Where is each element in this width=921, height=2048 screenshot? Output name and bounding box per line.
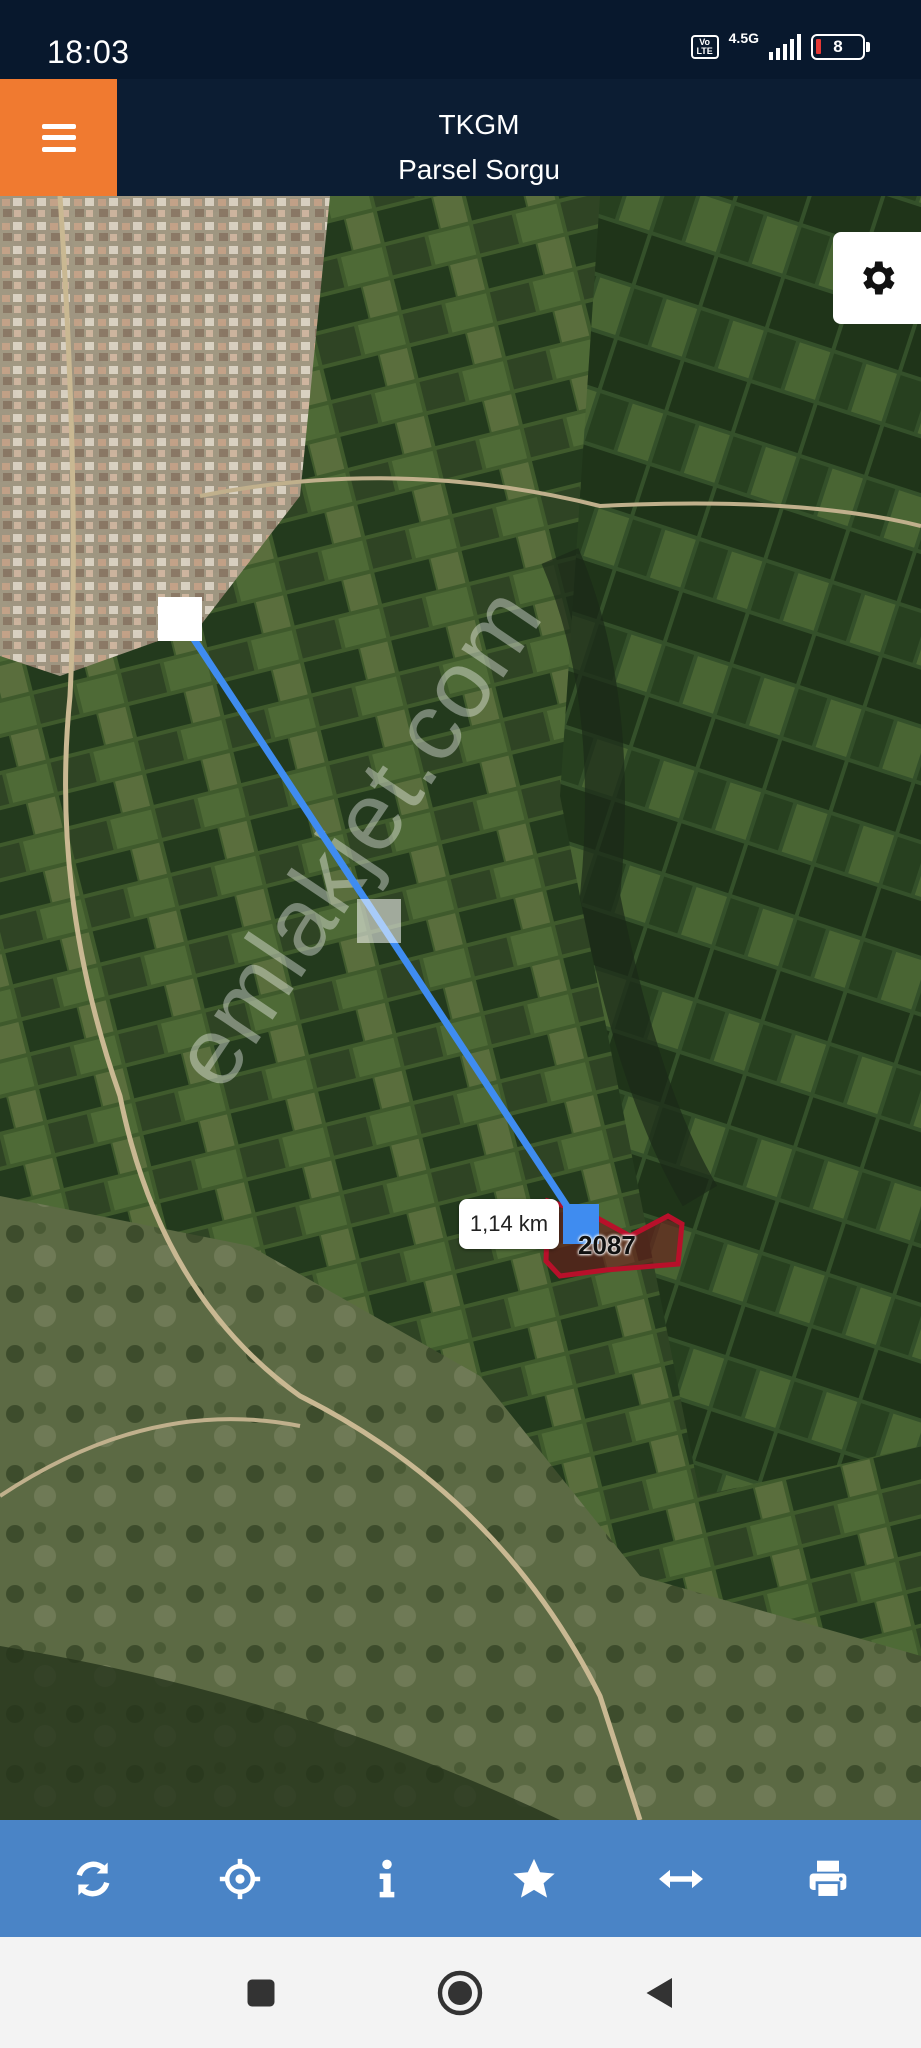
favorite-button[interactable]: [494, 1839, 574, 1919]
volte-icon: Vo LTE: [690, 35, 719, 59]
app-title: TKGM: [438, 109, 520, 140]
header-titles: TKGM Parsel Sorgu: [117, 79, 921, 196]
measure-start-handle[interactable]: [158, 597, 202, 641]
app-header: TKGM Parsel Sorgu: [0, 79, 921, 196]
gear-icon: [863, 261, 895, 295]
locate-button[interactable]: [200, 1839, 280, 1919]
hamburger-icon: [41, 123, 76, 152]
circle-home-icon: [437, 1970, 483, 2016]
back-button[interactable]: [630, 1963, 690, 2023]
crosshair-icon: [220, 1858, 261, 1899]
home-button[interactable]: [430, 1963, 490, 2023]
menu-button[interactable]: [0, 79, 117, 196]
bottom-toolbar: [0, 1820, 921, 1937]
signal-icon: [769, 34, 801, 60]
app-subtitle: Parsel Sorgu: [398, 154, 560, 185]
refresh-icon: [76, 1861, 110, 1896]
app-screen: 18:03 Vo LTE 4.5G 8 TKGM Parsel Sorgu em…: [0, 0, 921, 2048]
battery-icon: 8: [811, 34, 870, 60]
battery-level: 8: [833, 37, 843, 56]
distance-label: 1,14 km: [459, 1199, 559, 1249]
recents-button[interactable]: [231, 1963, 291, 2023]
measure-mid-handle[interactable]: [357, 899, 401, 943]
parcel-number-label: 2087: [578, 1230, 636, 1260]
satellite-map[interactable]: emlakjet.com 1,14 km 2087: [0, 196, 921, 1820]
square-recents-icon: [247, 1979, 275, 2007]
info-button[interactable]: [347, 1839, 427, 1919]
system-nav-bar: [0, 1937, 921, 2048]
map-settings-button[interactable]: [833, 232, 921, 324]
print-icon: [809, 1860, 846, 1899]
print-button[interactable]: [788, 1839, 868, 1919]
star-icon: [513, 1858, 555, 1898]
horizontal-arrows-icon: [658, 1869, 703, 1888]
refresh-button[interactable]: [53, 1839, 133, 1919]
status-bar: 18:03 Vo LTE 4.5G 8: [0, 0, 921, 79]
satellite-imagery: [0, 196, 921, 1820]
status-time: 18:03: [47, 34, 130, 70]
network-type: 4.5G: [728, 30, 759, 46]
system-indicators: Vo LTE 4.5G 8: [690, 30, 870, 60]
measure-button[interactable]: [641, 1839, 721, 1919]
triangle-back-icon: [646, 1978, 672, 2008]
info-icon: [379, 1859, 395, 1897]
